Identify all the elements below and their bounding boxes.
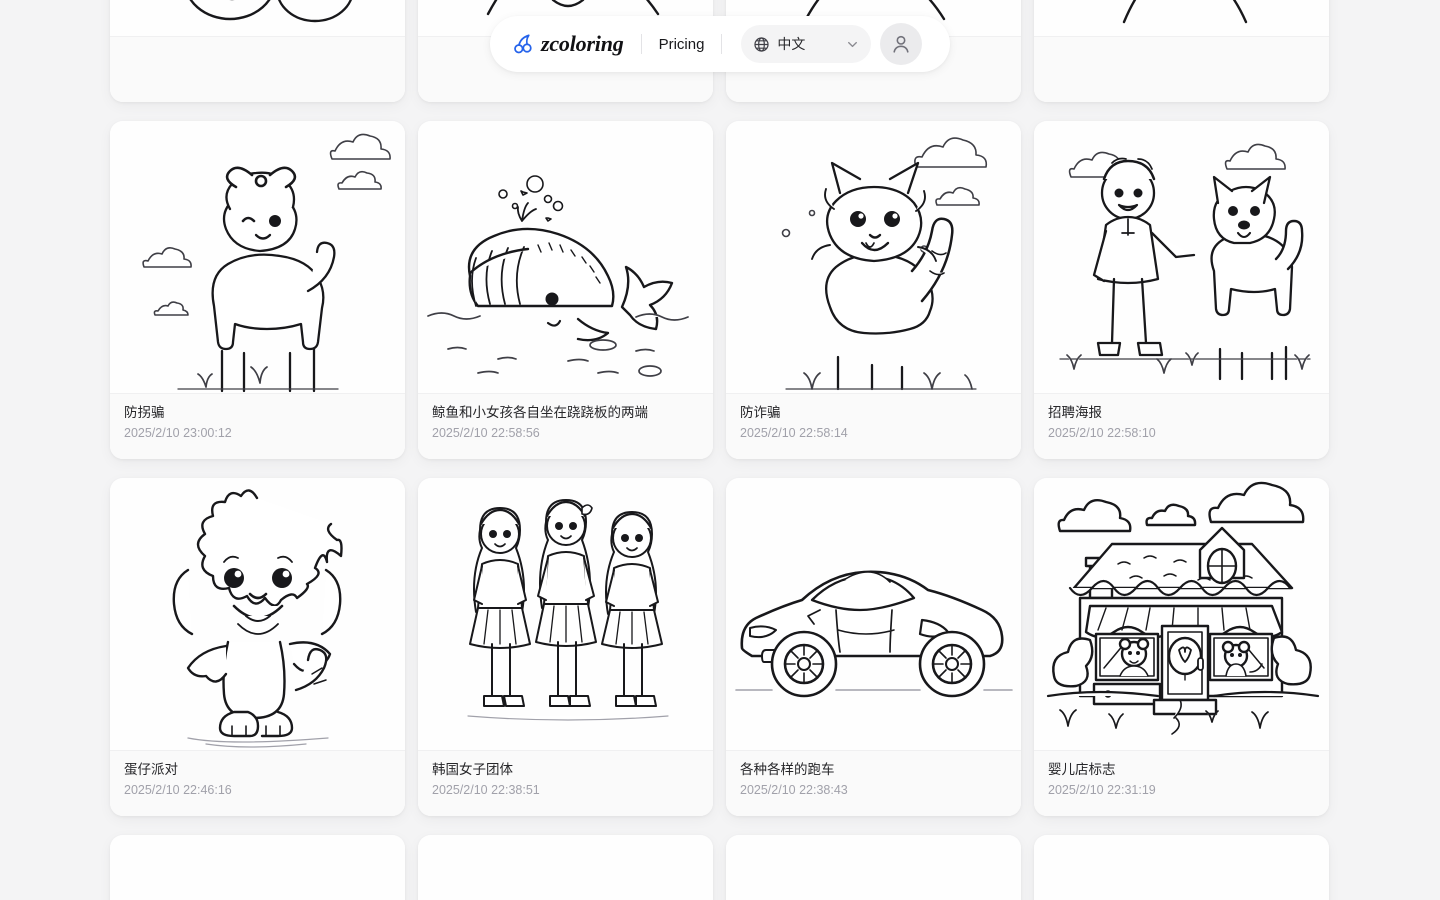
card-thumbnail [726,121,1021,393]
chevron-down-icon [846,38,859,51]
gallery-card[interactable] [418,835,713,900]
language-selector[interactable]: 中文 [741,25,872,63]
card-footer: 蛋仔派对 2025/2/10 22:46:16 [110,750,405,816]
card-date: 2025/2/10 22:38:51 [432,783,540,798]
card-title: 防拐骗 [124,405,165,420]
card-title: 韩国女子团体 [432,762,513,777]
card-date: 2025/2/10 22:58:14 [740,426,848,441]
gallery-card[interactable] [1034,835,1329,900]
gallery-card[interactable]: 招聘海报 2025/2/10 22:58:10 [1034,121,1329,459]
language-label: 中文 [777,36,806,52]
card-date: 2025/2/10 22:58:56 [432,426,540,441]
gallery-card[interactable] [110,835,405,900]
card-thumbnail [1034,0,1329,36]
gallery-card[interactable]: 各种各样的跑车 2025/2/10 22:38:43 [726,478,1021,816]
card-footer: 防诈骗 2025/2/10 22:58:14 [726,393,1021,459]
gallery-card[interactable]: 鲸鱼和小女孩各自坐在跷跷板的两端 2025/2/10 22:58:56 [418,121,713,459]
card-title: 防诈骗 [740,405,781,420]
card-thumbnail [110,478,405,750]
card-footer: 婴儿店标志 2025/2/10 22:31:19 [1034,750,1329,816]
gallery-card[interactable]: 蛋仔派对 2025/2/10 22:46:16 [110,478,405,816]
card-footer: 招聘海报 2025/2/10 22:58:10 [1034,393,1329,459]
card-footer: 鲸鱼和小女孩各自坐在跷跷板的两端 2025/2/10 22:58:56 [418,393,713,459]
header-divider-1 [640,34,642,54]
gallery-card[interactable]: 婴儿店标志 2025/2/10 22:31:19 [1034,478,1329,816]
card-thumbnail [110,121,405,393]
logo-home-link[interactable]: zcoloring [512,31,624,57]
header-divider-2 [721,34,723,54]
card-thumbnail [726,478,1021,750]
cherries-icon [512,33,534,55]
globe-icon [753,36,770,53]
top-navigation-bar: zcoloring Pricing 中文 [490,16,950,72]
card-thumbnail [418,478,713,750]
card-footer: 防拐骗 2025/2/10 23:00:12 [110,393,405,459]
gallery-card[interactable]: 防拐骗 2025/2/10 23:00:12 [110,121,405,459]
card-thumbnail [418,121,713,393]
card-title: 各种各样的跑车 [740,762,835,777]
coloring-page-gallery-grid: 防拐骗 2025/2/10 23:00:12 鲸鱼和小女孩各自坐在跷跷板的两端 … [110,0,1330,900]
card-footer: 韩国女子团体 2025/2/10 22:38:51 [418,750,713,816]
gallery-card[interactable]: 防诈骗 2025/2/10 22:58:14 [726,121,1021,459]
card-thumbnail [1034,835,1329,900]
card-title: 婴儿店标志 [1048,762,1116,777]
card-thumbnail [726,835,1021,900]
card-date: 2025/2/10 22:46:16 [124,783,232,798]
card-date: 2025/2/10 22:58:10 [1048,426,1156,441]
card-title: 蛋仔派对 [124,762,178,777]
card-thumbnail [1034,121,1329,393]
card-thumbnail [1034,478,1329,750]
avatar[interactable] [880,23,923,65]
card-date: 2025/2/10 23:00:12 [124,426,232,441]
card-title: 鲸鱼和小女孩各自坐在跷跷板的两端 [432,405,648,420]
card-thumbnail [418,835,713,900]
gallery-card[interactable] [1034,0,1329,102]
logo-wordmark: zcoloring [541,31,624,56]
card-thumbnail [110,835,405,900]
card-thumbnail [110,0,405,36]
gallery-card[interactable] [110,0,405,102]
gallery-card[interactable] [726,835,1021,900]
card-date: 2025/2/10 22:38:43 [740,783,848,798]
card-footer: 各种各样的跑车 2025/2/10 22:38:43 [726,750,1021,816]
card-footer [1034,36,1329,102]
card-date: 2025/2/10 22:31:19 [1048,783,1156,798]
gallery-card[interactable]: 韩国女子团体 2025/2/10 22:38:51 [418,478,713,816]
card-title: 招聘海报 [1048,405,1102,420]
card-footer [110,36,405,102]
pricing-link[interactable]: Pricing [659,36,705,53]
